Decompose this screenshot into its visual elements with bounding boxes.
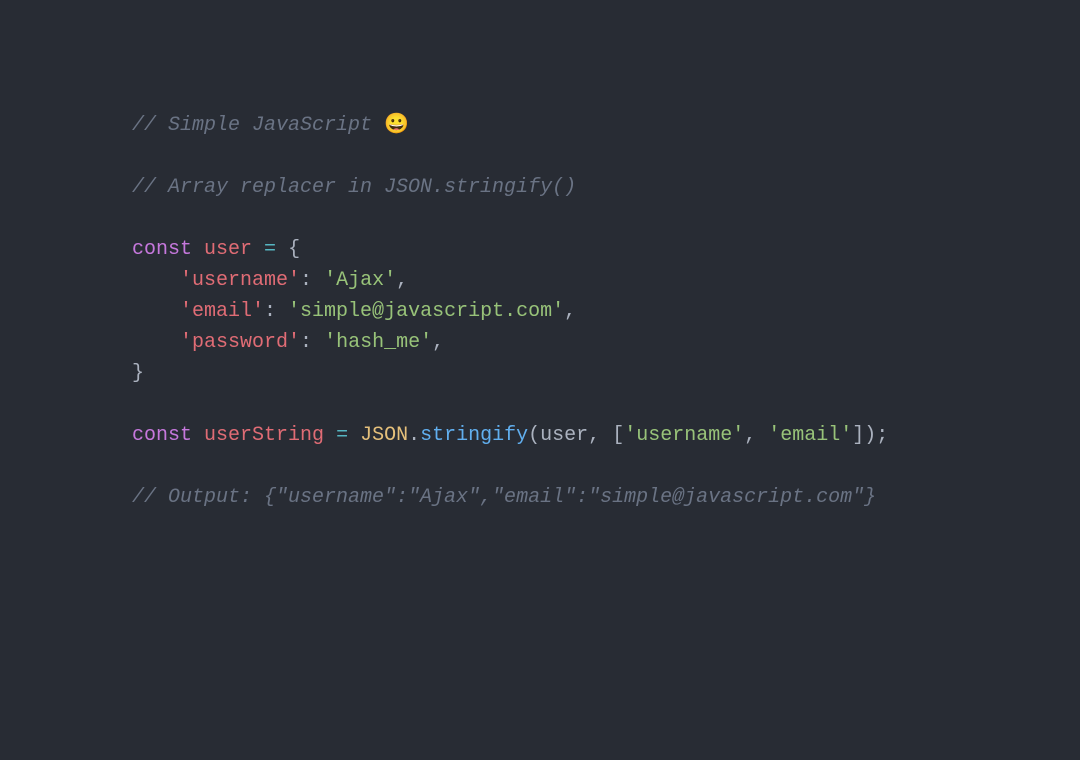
brace-close: }	[132, 362, 144, 385]
method-stringify: stringify	[420, 424, 528, 447]
string-password: 'hash_me'	[324, 331, 432, 354]
dot: .	[408, 424, 420, 447]
prop-email: 'email'	[180, 300, 264, 323]
keyword-const: const	[132, 424, 192, 447]
prop-password: 'password'	[180, 331, 300, 354]
indent	[132, 269, 180, 292]
semicolon: ;	[876, 424, 888, 447]
prop-username: 'username'	[180, 269, 300, 292]
code-comment-output: // Output: {"username":"Ajax","email":"s…	[132, 486, 876, 509]
string-username: 'username'	[624, 424, 744, 447]
string-email: 'simple@javascript.com'	[288, 300, 564, 323]
bracket-close: ]	[852, 424, 864, 447]
operator-equals: =	[252, 238, 288, 261]
operator-equals: =	[324, 424, 360, 447]
colon: :	[300, 269, 324, 292]
smiley-emoji-icon: 😀	[384, 114, 409, 137]
variable-userstring: userString	[204, 424, 324, 447]
string-email-key: 'email'	[768, 424, 852, 447]
comment-text: // Simple JavaScript	[132, 114, 384, 137]
colon: :	[300, 331, 324, 354]
indent	[132, 300, 180, 323]
comma: ,	[396, 269, 408, 292]
code-comment: // Array replacer in JSON.stringify()	[132, 176, 576, 199]
code-editor: // Simple JavaScript 😀 // Array replacer…	[0, 0, 1080, 513]
builtin-json: JSON	[360, 424, 408, 447]
arg-separator: ,	[588, 424, 612, 447]
variable-user: user	[204, 238, 252, 261]
indent	[132, 331, 180, 354]
keyword-const: const	[132, 238, 192, 261]
string-ajax: 'Ajax'	[324, 269, 396, 292]
colon: :	[264, 300, 288, 323]
comma: ,	[564, 300, 576, 323]
paren-close: )	[864, 424, 876, 447]
bracket-open: [	[612, 424, 624, 447]
paren-open: (	[528, 424, 540, 447]
arr-separator: ,	[744, 424, 768, 447]
code-comment: // Simple JavaScript 😀	[132, 114, 409, 137]
comma: ,	[432, 331, 444, 354]
arg-user: user	[540, 424, 588, 447]
brace-open: {	[288, 238, 300, 261]
